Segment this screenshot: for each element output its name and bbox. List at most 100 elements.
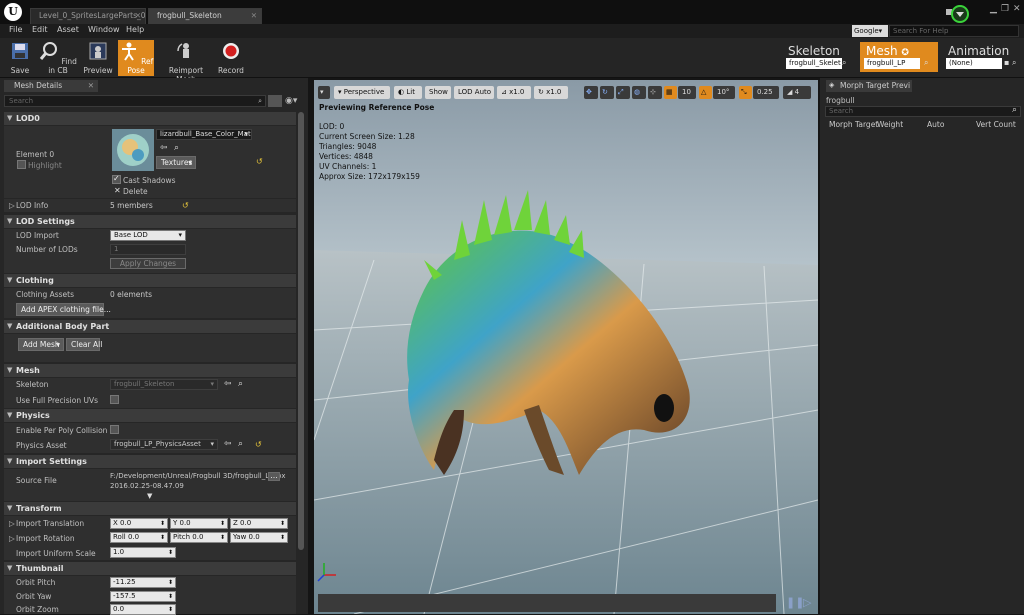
mode-skeleton[interactable]: Skeleton frogbull_Skelet ⌕: [782, 42, 858, 72]
grid-view-icon[interactable]: [268, 95, 282, 107]
preview-button[interactable]: Preview: [82, 40, 114, 76]
lit-button[interactable]: ◐ Lit: [394, 86, 422, 99]
col-morph-target[interactable]: Morph Target: [829, 120, 878, 129]
delete-label[interactable]: Delete: [123, 187, 148, 196]
reimport-mesh-button[interactable]: Reimport Mesh: [158, 40, 214, 84]
scale-snap-icon[interactable]: ⤡: [739, 86, 752, 99]
add-apex-clothing-button[interactable]: Add APEX clothing file...: [16, 303, 111, 316]
per-poly-collision-checkbox[interactable]: [110, 425, 119, 434]
tab-mesh-details[interactable]: Mesh Details ✕: [4, 80, 98, 92]
highlight-checkbox[interactable]: [17, 160, 26, 169]
search-icon[interactable]: ⌕: [924, 58, 928, 68]
section-lod-settings[interactable]: ▼ LOD Settings: [4, 215, 296, 228]
lod-auto-button[interactable]: LOD Auto: [454, 86, 494, 99]
orbit-pitch-field[interactable]: -11.25: [110, 577, 176, 588]
grid-snap-icon[interactable]: ▦: [664, 86, 677, 99]
material-dropdown[interactable]: lizardbull_Base_Color_Mat: [156, 129, 252, 140]
search-icon[interactable]: ⌕: [238, 379, 243, 389]
surface-snap-icon[interactable]: ⊹: [648, 86, 662, 99]
viewport-scene[interactable]: [314, 80, 818, 614]
section-additional-body-part[interactable]: ▼ Additional Body Part: [4, 320, 296, 333]
tab-skeleton[interactable]: frogbull_Skeleton ✕: [148, 8, 262, 24]
help-search-input[interactable]: Search For Help: [889, 25, 1019, 37]
cast-shadows-checkbox[interactable]: [112, 174, 121, 184]
expand-arrow-icon[interactable]: ▼: [147, 492, 152, 500]
section-thumbnail[interactable]: ▼ Thumbnail: [4, 562, 296, 575]
save-button[interactable]: Save: [6, 40, 34, 76]
animation-asset-field[interactable]: (None): [946, 58, 1002, 69]
section-lod0[interactable]: ▼ LOD0: [4, 112, 296, 125]
reset-icon[interactable]: ↺: [255, 440, 262, 449]
uniform-scale-field[interactable]: 1.0: [110, 547, 176, 558]
viewport[interactable]: [314, 80, 818, 614]
skeleton-dropdown[interactable]: frogbull_Skeleton: [110, 379, 218, 390]
tab-morph-target-preview[interactable]: Morph Target Previ: [826, 80, 912, 92]
search-engine-dropdown[interactable]: Google▾: [852, 25, 888, 37]
full-precision-uvs-checkbox[interactable]: [110, 395, 119, 404]
mesh-asset-field[interactable]: frogbull_LP: [864, 58, 920, 69]
tab-level[interactable]: Level_0_SpritesLargeParts_0 ✕: [30, 8, 146, 24]
search-icon[interactable]: ⌕: [174, 143, 179, 153]
search-icon[interactable]: ⌕: [1012, 58, 1016, 68]
physics-asset-dropdown[interactable]: frogbull_LP_PhysicsAsset: [110, 439, 218, 450]
camera-speed-button[interactable]: ◢ 4: [783, 86, 811, 99]
translation-y-field[interactable]: Y 0.0: [170, 518, 228, 529]
rotate-tool-icon[interactable]: ↻: [600, 86, 614, 99]
lod-import-dropdown[interactable]: Base LOD: [110, 230, 186, 241]
menu-asset[interactable]: Asset: [57, 25, 79, 34]
viewport-options-dropdown[interactable]: ▾: [318, 86, 330, 99]
minimize-icon[interactable]: ▁: [990, 4, 997, 14]
mode-animation[interactable]: Animation (None) ▪ ⌕: [942, 42, 1024, 72]
rotation-snap-value[interactable]: 10°: [713, 86, 735, 99]
menu-file[interactable]: File: [9, 25, 22, 34]
expand-arrow-icon[interactable]: ▷: [9, 201, 15, 210]
clear-all-button[interactable]: Clear All: [66, 338, 102, 351]
rotation-snap-icon[interactable]: △: [699, 86, 712, 99]
section-transform[interactable]: ▼ Transform: [4, 502, 296, 515]
scale-tool-icon[interactable]: ⤢: [616, 86, 630, 99]
scale-snap-value[interactable]: 0.25: [753, 86, 779, 99]
world-local-icon[interactable]: ◍: [632, 86, 646, 99]
find-in-cb-button[interactable]: Find in CB: [38, 40, 78, 76]
notification-icon[interactable]: [946, 4, 970, 24]
record-button[interactable]: Record: [216, 40, 246, 76]
section-import-settings[interactable]: ▼ Import Settings: [4, 455, 296, 468]
search-icon[interactable]: ⌕: [238, 439, 243, 449]
num-lods-field[interactable]: 1: [110, 244, 186, 255]
add-mesh-button[interactable]: Add Mesh: [18, 338, 64, 351]
browse-icon[interactable]: ▪: [1004, 58, 1009, 67]
rotation-roll-field[interactable]: Roll 0.0: [110, 532, 168, 543]
apply-changes-button[interactable]: Apply Changes: [110, 258, 186, 269]
textures-button[interactable]: Textures: [156, 156, 196, 169]
morph-search-input[interactable]: Search: [825, 106, 1021, 117]
section-mesh[interactable]: ▼ Mesh: [4, 364, 296, 377]
col-auto[interactable]: Auto: [927, 120, 944, 129]
translation-z-field[interactable]: Z 0.0: [230, 518, 288, 529]
orbit-yaw-field[interactable]: -157.5: [110, 591, 176, 602]
step-forward-icon[interactable]: ▷: [803, 596, 811, 609]
delete-icon[interactable]: ✕: [114, 186, 121, 195]
browse-file-button[interactable]: …: [268, 472, 280, 481]
menu-help[interactable]: Help: [126, 25, 144, 34]
translation-x-field[interactable]: X 0.0: [110, 518, 168, 529]
rotation-yaw-field[interactable]: Yaw 0.0: [230, 532, 288, 543]
maximize-icon[interactable]: ❐: [1001, 4, 1009, 14]
orbit-zoom-field[interactable]: 0.0: [110, 604, 176, 615]
details-search-input[interactable]: Search ⌕: [4, 95, 266, 107]
close-icon[interactable]: ✕: [135, 11, 141, 20]
translate-tool-icon[interactable]: ✥: [584, 86, 598, 99]
show-button[interactable]: Show: [425, 86, 451, 99]
skeleton-asset-field[interactable]: frogbull_Skelet: [786, 58, 842, 69]
arrow-left-icon[interactable]: ⇦: [224, 439, 232, 449]
section-clothing[interactable]: ▼ Clothing: [4, 274, 296, 287]
rotation-pitch-field[interactable]: Pitch 0.0: [170, 532, 228, 543]
ref-pose-button[interactable]: Ref Pose: [118, 40, 154, 76]
grid-snap-value[interactable]: 10: [678, 86, 696, 99]
menu-window[interactable]: Window: [88, 25, 120, 34]
search-icon[interactable]: ⌕: [842, 58, 846, 68]
close-icon[interactable]: ✕: [88, 80, 94, 92]
perspective-button[interactable]: ▾ Perspective: [334, 86, 390, 99]
arrow-left-icon[interactable]: ⇦: [160, 143, 168, 153]
pause-icon[interactable]: ❚❚: [786, 596, 804, 609]
expand-arrow-icon[interactable]: ▷: [9, 519, 15, 528]
